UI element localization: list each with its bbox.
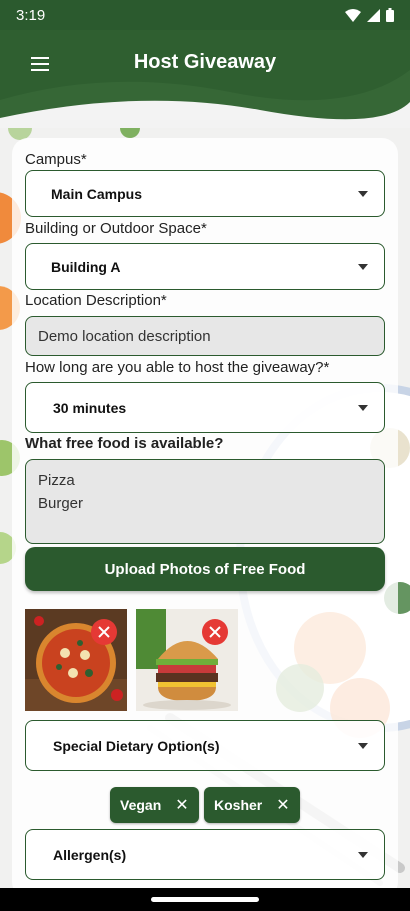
chip-label: Vegan <box>120 797 162 813</box>
remove-photo-button[interactable] <box>91 619 117 645</box>
system-navigation-bar <box>0 888 410 911</box>
campus-select[interactable]: Main Campus <box>25 170 385 217</box>
allergen-select[interactable]: Allergen(s) <box>25 829 385 880</box>
food-description-textarea[interactable]: Pizza Burger <box>25 459 385 544</box>
duration-select[interactable]: 30 minutes <box>25 382 385 433</box>
dietary-chip-vegan: Vegan ✕ <box>110 787 199 823</box>
duration-value: 30 minutes <box>53 399 127 416</box>
cell-signal-icon <box>367 8 380 22</box>
dropdown-arrow-icon <box>358 263 368 270</box>
chip-remove-icon[interactable]: ✕ <box>276 795 289 815</box>
dietary-options-select[interactable]: Special Dietary Option(s) <box>25 720 385 771</box>
dropdown-arrow-icon <box>358 742 368 749</box>
location-label: Location Description* <box>25 292 167 309</box>
status-icons <box>345 8 394 22</box>
close-icon <box>209 626 221 638</box>
food-photo-pizza <box>25 609 127 711</box>
app-bar: Host Giveaway <box>0 30 410 128</box>
upload-photos-button[interactable]: Upload Photos of Free Food <box>25 547 385 591</box>
wifi-icon <box>345 8 361 22</box>
food-line: Pizza <box>38 472 75 489</box>
building-value: Building A <box>51 258 121 275</box>
duration-label: How long are you able to host the giveaw… <box>25 359 330 376</box>
status-time: 3:19 <box>16 6 46 24</box>
food-line: Burger <box>38 495 84 512</box>
chip-remove-icon[interactable]: ✕ <box>175 795 188 815</box>
battery-icon <box>386 8 394 22</box>
food-photo-burger <box>136 609 238 711</box>
page-title: Host Giveaway <box>133 51 277 73</box>
food-label: What free food is available? <box>25 435 224 452</box>
building-select[interactable]: Building A <box>25 243 385 290</box>
building-label: Building or Outdoor Space* <box>25 220 207 237</box>
dropdown-arrow-icon <box>358 851 368 858</box>
campus-value: Main Campus <box>51 185 143 202</box>
dropdown-arrow-icon <box>358 190 368 197</box>
location-description-value: Demo location description <box>38 327 211 345</box>
location-description-input[interactable]: Demo location description <box>25 316 385 356</box>
dietary-chip-kosher: Kosher ✕ <box>204 787 300 823</box>
allergen-placeholder: Allergen(s) <box>53 846 127 863</box>
status-bar: 3:19 <box>0 0 410 30</box>
dietary-options-placeholder: Special Dietary Option(s) <box>53 737 220 754</box>
appbar-wave-decoration <box>0 70 410 128</box>
home-gesture-handle[interactable] <box>151 897 259 902</box>
remove-photo-button[interactable] <box>202 619 228 645</box>
chip-label: Kosher <box>214 797 263 813</box>
dropdown-arrow-icon <box>358 404 368 411</box>
campus-label: Campus* <box>25 151 87 168</box>
close-icon <box>98 626 110 638</box>
